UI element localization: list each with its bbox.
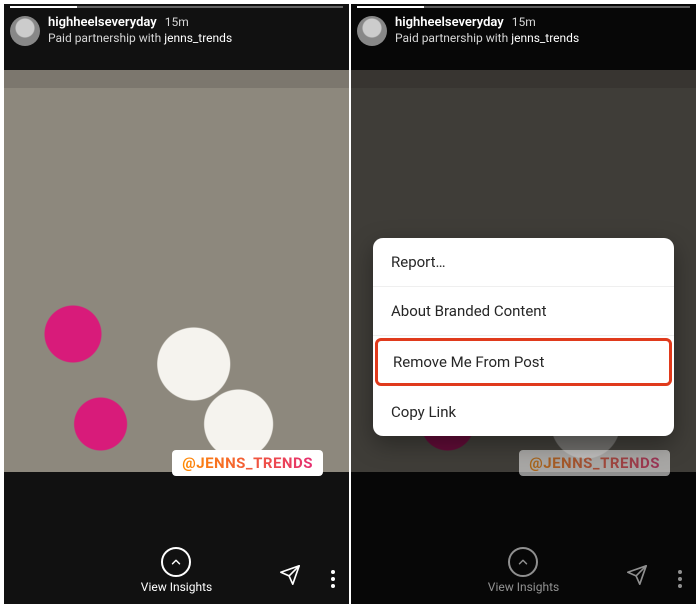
menu-item-about-branded-content[interactable]: About Branded Content: [373, 287, 674, 336]
avatar[interactable]: [357, 16, 387, 46]
story-progress-bar: [10, 6, 343, 8]
mention-sticker-text: @JENNS_TRENDS: [529, 454, 660, 472]
menu-item-copy-link[interactable]: Copy Link: [373, 388, 674, 436]
story-screen-left: highheelseveryday 15m Paid partnership w…: [4, 4, 349, 604]
more-options-icon: [678, 570, 682, 588]
partnership-line: Paid partnership with jenns_trends: [395, 31, 579, 45]
partnership-prefix: Paid partnership with: [395, 31, 508, 45]
chevron-up-icon: [508, 547, 538, 577]
story-header: highheelseveryday 15m Paid partnership w…: [357, 10, 690, 46]
view-insights-button[interactable]: View Insights: [141, 547, 212, 594]
more-options-icon[interactable]: [331, 570, 335, 588]
view-insights-label: View Insights: [141, 580, 212, 594]
story-header-text: highheelseveryday 15m Paid partnership w…: [395, 15, 579, 45]
partnership-brand[interactable]: jenns_trends: [511, 31, 579, 45]
story-bottom-bar: View Insights: [351, 547, 696, 594]
story-image[interactable]: [4, 4, 349, 604]
send-icon: [626, 564, 648, 590]
story-username[interactable]: highheelseveryday: [395, 15, 504, 30]
story-header-text: highheelseveryday 15m Paid partnership w…: [48, 15, 232, 45]
menu-item-remove-me[interactable]: Remove Me From Post: [375, 338, 672, 386]
story-progress-bar: [357, 6, 690, 8]
mention-sticker-text: @JENNS_TRENDS: [182, 454, 313, 472]
chevron-up-icon: [161, 547, 191, 577]
partnership-brand[interactable]: jenns_trends: [164, 31, 232, 45]
story-screen-right: highheelseveryday 15m Paid partnership w…: [351, 4, 696, 604]
story-timestamp: 15m: [512, 15, 536, 29]
view-insights-label: View Insights: [488, 580, 559, 594]
partnership-line: Paid partnership with jenns_trends: [48, 31, 232, 45]
story-header: highheelseveryday 15m Paid partnership w…: [10, 10, 343, 46]
mention-sticker: @JENNS_TRENDS: [519, 450, 670, 476]
story-timestamp: 15m: [165, 15, 189, 29]
menu-item-report[interactable]: Report…: [373, 238, 674, 287]
view-insights-button: View Insights: [488, 547, 559, 594]
story-bottom-bar: View Insights: [4, 547, 349, 594]
avatar[interactable]: [10, 16, 40, 46]
story-username[interactable]: highheelseveryday: [48, 15, 157, 30]
partnership-prefix: Paid partnership with: [48, 31, 161, 45]
send-icon[interactable]: [279, 564, 301, 590]
mention-sticker[interactable]: @JENNS_TRENDS: [172, 450, 323, 476]
action-sheet: Report… About Branded Content Remove Me …: [373, 238, 674, 436]
